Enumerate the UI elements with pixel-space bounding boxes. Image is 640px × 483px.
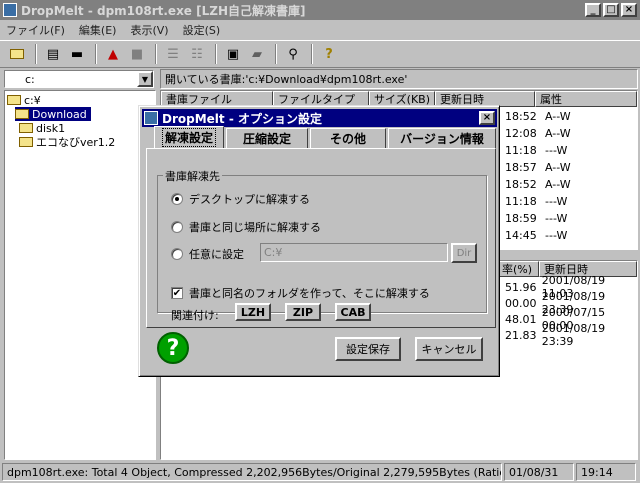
radio-desktop[interactable]: デスクトップに解凍する (171, 191, 310, 207)
menu-view[interactable]: 表示(V) (130, 22, 168, 38)
toolbar-separator (311, 44, 313, 64)
tree-node-root[interactable]: c:¥ (7, 93, 41, 107)
status-time: 19:14 (576, 463, 636, 481)
status-date: 01/08/31 (504, 463, 574, 481)
tab-version[interactable]: バージョン情報 (388, 128, 496, 148)
folder-icon (19, 137, 33, 147)
folder-icon (19, 123, 33, 133)
group-label: 書庫解凍先 (163, 168, 222, 184)
tree-node-econavi[interactable]: エコなびver1.2 (19, 135, 115, 149)
toolbar-separator (35, 44, 37, 64)
toolbar-separator (215, 44, 217, 64)
menu-bar: ファイル(F) 編集(E) 表示(V) 設定(S) (0, 20, 640, 40)
dialog-title-bar: DropMelt - オプション設定 × (142, 109, 497, 127)
minimize-button[interactable]: _ (585, 3, 601, 17)
toolbar-separator (275, 44, 277, 64)
drive-icon[interactable]: ▬ (66, 43, 88, 65)
extract-icon[interactable]: ▲ (102, 43, 124, 65)
help-icon[interactable]: ? (157, 332, 189, 364)
table-row[interactable]: 21.83 2001/08/19 23:39 (505, 322, 637, 348)
radio-custom[interactable]: 任意に設定 (171, 246, 244, 262)
list-item[interactable]: 11:18 ---W (505, 142, 567, 158)
status-bar: dpm108rt.exe: Total 4 Object, Compressed… (0, 461, 640, 483)
list-item[interactable]: 18:52 A--W (505, 176, 571, 192)
open-folder-icon[interactable] (6, 43, 28, 65)
menu-file[interactable]: ファイル(F) (6, 22, 65, 38)
maximize-button[interactable]: □ (603, 3, 619, 17)
archive-path-text: 開いている書庫:'c:¥Download¥dpm108rt.exe' (165, 73, 408, 86)
compress-icon[interactable]: ■ (126, 43, 148, 65)
title-bar: DropMelt - dpm108rt.exe [LZH自己解凍書庫] _ □ … (0, 0, 640, 20)
folder-menu-icon[interactable]: ▰ (246, 43, 268, 65)
assoc-cab-button[interactable]: CAB (335, 303, 371, 321)
dir-button[interactable]: Dir (451, 243, 477, 263)
toolbar: ▤ ▬ ▲ ■ ☰ ☷ ▣ ▰ ⚲ ? (0, 40, 640, 68)
list-item[interactable]: 12:08 A--W (505, 125, 571, 141)
tab-compress[interactable]: 圧縮設定 (226, 128, 308, 148)
assoc-zip-button[interactable]: ZIP (285, 303, 321, 321)
tree-node-download[interactable]: Download (15, 107, 91, 121)
save-settings-button[interactable]: 設定保存 (335, 337, 401, 361)
custom-dir-field[interactable]: C:¥ (260, 243, 448, 262)
status-main: dpm108rt.exe: Total 4 Object, Compressed… (2, 463, 502, 481)
app-icon (144, 111, 158, 125)
copy-icon[interactable]: ▤ (42, 43, 64, 65)
window-title: DropMelt - dpm108rt.exe [LZH自己解凍書庫] (21, 3, 306, 18)
list-view-icon[interactable]: ☰ (162, 43, 184, 65)
document-icon[interactable]: ▣ (222, 43, 244, 65)
list-item[interactable]: 18:57 A--W (505, 159, 571, 175)
close-button[interactable]: × (621, 3, 637, 17)
cancel-button[interactable]: キャンセル (415, 337, 483, 361)
drive-value: c: (25, 72, 35, 86)
tree-node-disk1[interactable]: disk1 (19, 121, 65, 135)
folder-icon (7, 95, 21, 105)
menu-edit[interactable]: 編集(E) (79, 22, 117, 38)
list-item[interactable]: 11:18 ---W (505, 193, 567, 209)
list-item[interactable]: 18:59 ---W (505, 210, 567, 226)
folder-tree[interactable]: c:¥ Download disk1 エコなびver1.2 (4, 90, 156, 460)
open-folder-icon (15, 109, 29, 119)
tab-panel-extract: 書庫解凍先 デスクトップに解凍する 書庫と同じ場所に解凍する 任意に設定 C:¥… (146, 148, 496, 328)
col-header-attr[interactable]: 属性 (535, 91, 637, 107)
search-icon[interactable]: ⚲ (282, 43, 304, 65)
detail-view-icon[interactable]: ☷ (186, 43, 208, 65)
radio-same-location[interactable]: 書庫と同じ場所に解凍する (171, 219, 321, 235)
help-icon[interactable]: ? (318, 43, 340, 65)
drive-select[interactable]: c: ▼ (4, 70, 154, 88)
toolbar-separator (95, 44, 97, 64)
options-dialog: DropMelt - オプション設定 × 解凍設定 圧縮設定 その他 バージョン… (138, 105, 500, 377)
assoc-label: 関連付け: (171, 309, 219, 322)
dialog-title: DropMelt - オプション設定 (162, 111, 322, 126)
create-folder-checkbox[interactable]: ✔ 書庫と同名のフォルダを作って、そこに解凍する (171, 285, 430, 301)
assoc-lzh-button[interactable]: LZH (235, 303, 271, 321)
dialog-close-button[interactable]: × (479, 111, 495, 125)
tab-extract[interactable]: 解凍設定 (154, 126, 224, 148)
toolbar-separator (155, 44, 157, 64)
tab-other[interactable]: その他 (310, 128, 386, 148)
list-item[interactable]: 14:45 ---W (505, 227, 567, 243)
list-item[interactable]: 18:52 A--W (505, 108, 571, 124)
chevron-down-icon[interactable]: ▼ (137, 71, 153, 87)
app-icon (3, 3, 17, 17)
archive-path: 開いている書庫:'c:¥Download¥dpm108rt.exe' (160, 69, 638, 89)
menu-settings[interactable]: 設定(S) (183, 22, 221, 38)
